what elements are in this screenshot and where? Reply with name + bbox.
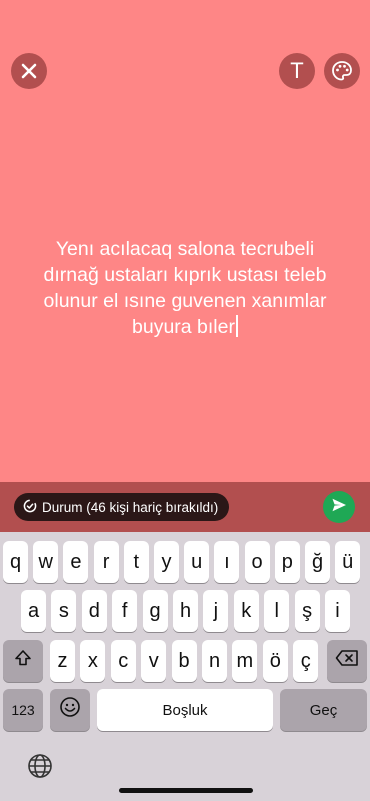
numbers-key[interactable]: 123 bbox=[3, 689, 43, 731]
backspace-key[interactable] bbox=[327, 640, 367, 682]
send-button[interactable] bbox=[323, 491, 355, 523]
key-i[interactable]: i bbox=[325, 590, 350, 632]
palette-icon bbox=[331, 60, 353, 82]
key-d[interactable]: d bbox=[81, 590, 107, 632]
status-text-editor[interactable]: Yenı acılacaq salona tecrubeli dırnağ us… bbox=[30, 236, 340, 340]
key-e[interactable]: e bbox=[63, 541, 89, 583]
key-f[interactable]: f bbox=[112, 590, 138, 632]
key-n[interactable]: n bbox=[202, 640, 227, 682]
text-caret bbox=[235, 315, 238, 337]
key-g[interactable]: g bbox=[142, 590, 168, 632]
return-key[interactable]: Geç bbox=[280, 689, 367, 731]
emoji-icon bbox=[59, 696, 81, 724]
text-style-button[interactable]: T bbox=[279, 53, 315, 89]
key-ğ[interactable]: ğ bbox=[305, 541, 330, 583]
globe-icon bbox=[26, 754, 54, 784]
audience-label: Durum (46 kişi hariç bırakıldı) bbox=[42, 499, 219, 515]
key-k[interactable]: k bbox=[233, 590, 259, 632]
close-icon bbox=[21, 63, 37, 79]
key-s[interactable]: s bbox=[51, 590, 77, 632]
key-p[interactable]: p bbox=[274, 541, 300, 583]
key-t[interactable]: t bbox=[123, 541, 149, 583]
key-h[interactable]: h bbox=[173, 590, 198, 632]
privacy-icon bbox=[23, 499, 42, 516]
audience-selector[interactable]: Durum (46 kişi hariç bırakıldı) bbox=[14, 493, 230, 521]
status-canvas[interactable]: T Yenı acılacaq salona tecrubeli dırnağ … bbox=[0, 0, 370, 482]
key-z[interactable]: z bbox=[50, 640, 75, 682]
key-c[interactable]: c bbox=[110, 640, 136, 682]
shift-key[interactable] bbox=[3, 640, 43, 682]
shift-icon bbox=[13, 648, 33, 674]
key-a[interactable]: a bbox=[21, 590, 46, 632]
backspace-icon bbox=[335, 649, 359, 673]
close-button[interactable] bbox=[11, 53, 47, 89]
key-y[interactable]: y bbox=[154, 541, 179, 583]
space-key[interactable]: Boşluk bbox=[97, 689, 273, 731]
key-ö[interactable]: ö bbox=[262, 640, 288, 682]
key-q[interactable]: q bbox=[3, 541, 28, 583]
status-text: Yenı acılacaq salona tecrubeli dırnağ us… bbox=[43, 238, 327, 338]
key-ş[interactable]: ş bbox=[294, 590, 320, 632]
key-u[interactable]: u bbox=[184, 541, 210, 583]
key-x[interactable]: x bbox=[80, 640, 106, 682]
key-v[interactable]: v bbox=[141, 640, 167, 682]
home-indicator bbox=[119, 788, 253, 793]
text-icon: T bbox=[290, 58, 304, 83]
key-w[interactable]: w bbox=[33, 541, 59, 583]
key-j[interactable]: j bbox=[203, 590, 229, 632]
color-palette-button[interactable] bbox=[324, 53, 360, 89]
send-icon bbox=[331, 497, 347, 518]
globe-button[interactable] bbox=[26, 752, 54, 780]
key-o[interactable]: o bbox=[244, 541, 270, 583]
key-m[interactable]: m bbox=[232, 640, 258, 682]
key-b[interactable]: b bbox=[171, 640, 197, 682]
key-l[interactable]: l bbox=[264, 590, 290, 632]
emoji-key[interactable] bbox=[50, 689, 90, 731]
key-ı[interactable]: ı bbox=[214, 541, 240, 583]
key-ü[interactable]: ü bbox=[335, 541, 361, 583]
key-r[interactable]: r bbox=[93, 541, 119, 583]
key-ç[interactable]: ç bbox=[293, 640, 319, 682]
